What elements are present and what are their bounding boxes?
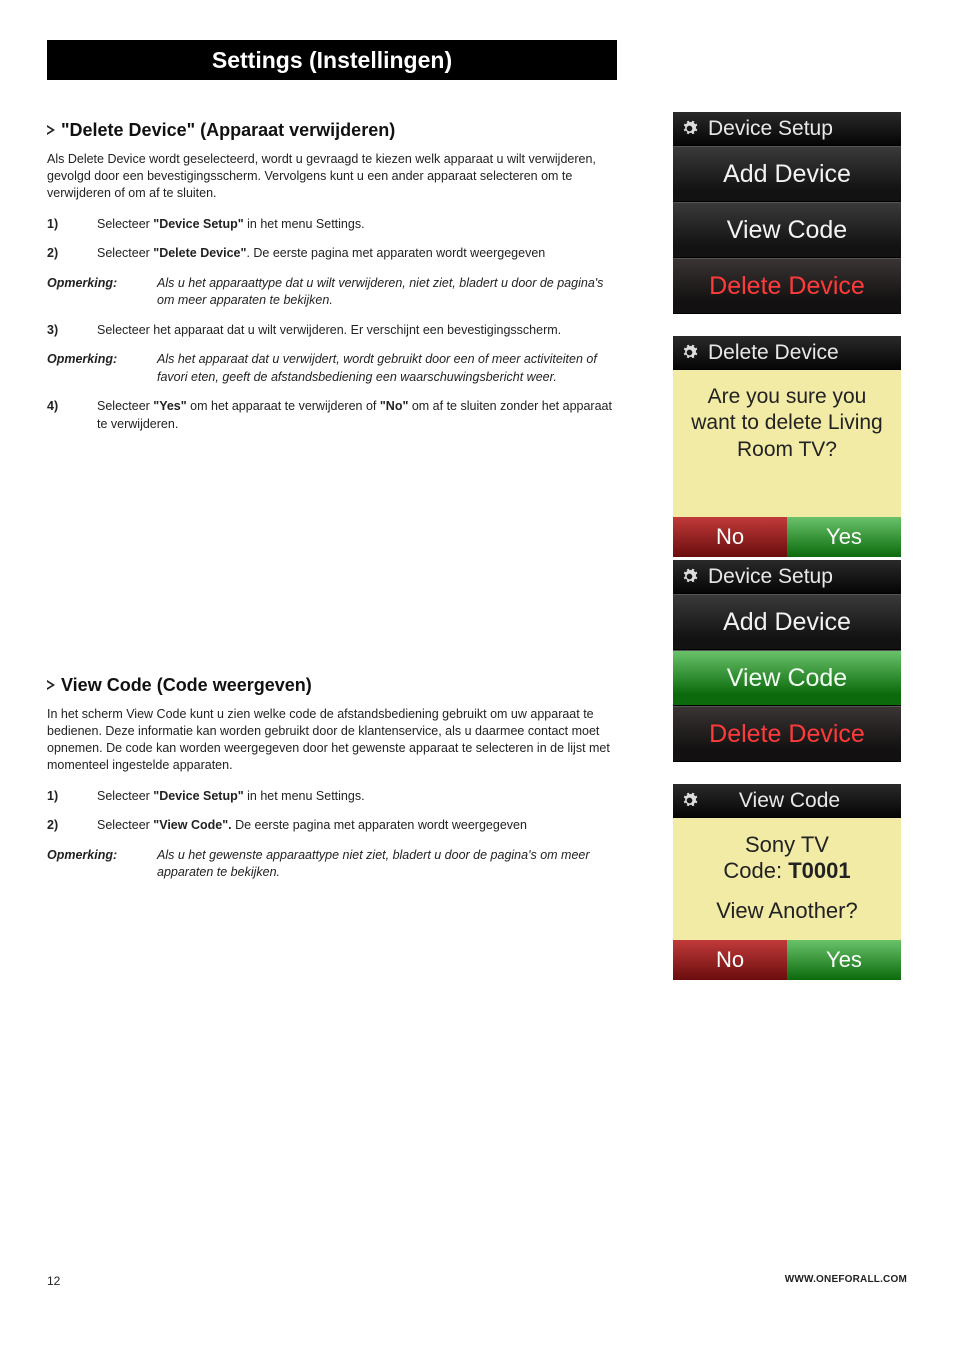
menu-item-delete-device[interactable]: Delete Device [673, 706, 901, 762]
section1-intro: Als Delete Device wordt geselecteerd, wo… [47, 151, 617, 202]
confirm-buttons: No Yes [673, 517, 901, 557]
screen-device-setup-viewcode: Device Setup Add Device View Code Delete… [673, 560, 901, 762]
screen-header: Device Setup [673, 112, 901, 146]
note-row: Opmerking: Als het apparaat dat u verwij… [47, 351, 617, 386]
confirm-body: Are you sure you want to delete Living R… [673, 370, 901, 517]
step-row: 3) Selecteer het apparaat dat u wilt ver… [47, 322, 617, 340]
screens-upper: Device Setup Add Device View Code Delete… [673, 112, 901, 579]
screen-header: View Code [673, 784, 901, 818]
screen-header-label: View Code [686, 789, 893, 813]
gear-icon [681, 568, 698, 585]
menu-item-view-code[interactable]: View Code [673, 650, 901, 706]
section1-heading-text: "Delete Device" (Apparaat verwijderen) [61, 120, 395, 140]
section1-heading: "Delete Device" (Apparaat verwijderen) [47, 120, 617, 141]
note-body: Als u het apparaattype dat u wilt verwij… [157, 275, 617, 310]
code-line: Code: T0001 [683, 858, 891, 884]
section2-heading-text: View Code (Code weergeven) [61, 675, 312, 695]
screens-lower: Device Setup Add Device View Code Delete… [673, 560, 901, 1002]
note-row: Opmerking: Als u het gewenste apparaatty… [47, 847, 617, 882]
step-body: Selecteer het apparaat dat u wilt verwij… [97, 322, 617, 340]
step-row: 2) Selecteer "View Code". De eerste pagi… [47, 817, 617, 835]
step-number: 2) [47, 245, 97, 263]
view-code-body: Sony TV Code: T0001 View Another? [673, 818, 901, 940]
section2-intro: In het scherm View Code kunt u zien welk… [47, 706, 617, 774]
screen-confirm-delete: Delete Device Are you sure you want to d… [673, 336, 901, 557]
step-body: Selecteer "Delete Device". De eerste pag… [97, 245, 617, 263]
menu-item-add-device[interactable]: Add Device [673, 146, 901, 202]
screen-header: Device Setup [673, 560, 901, 594]
note-label: Opmerking: [47, 351, 157, 369]
step-body: Selecteer "Yes" om het apparaat te verwi… [97, 398, 617, 433]
menu-item-add-device[interactable]: Add Device [673, 594, 901, 650]
no-button[interactable]: No [673, 940, 787, 980]
step-body: Selecteer "View Code". De eerste pagina … [97, 817, 617, 835]
step-row: 4) Selecteer "Yes" om het apparaat te ve… [47, 398, 617, 433]
step-number: 2) [47, 817, 97, 835]
menu-item-delete-device[interactable]: Delete Device [673, 258, 901, 314]
step-body: Selecteer "Device Setup" in het menu Set… [97, 788, 617, 806]
step-number: 3) [47, 322, 97, 340]
code-value: T0001 [788, 858, 850, 883]
yes-button[interactable]: Yes [787, 517, 901, 557]
note-row: Opmerking: Als u het apparaattype dat u … [47, 275, 617, 310]
screen-header: Delete Device [673, 336, 901, 370]
step-row: 1) Selecteer "Device Setup" in het menu … [47, 216, 617, 234]
gear-icon [681, 120, 698, 137]
step-row: 1) Selecteer "Device Setup" in het menu … [47, 788, 617, 806]
screen-device-setup-delete: Device Setup Add Device View Code Delete… [673, 112, 901, 314]
note-label: Opmerking: [47, 847, 157, 865]
confirm-question: Are you sure you want to delete Living R… [683, 384, 891, 463]
screen-view-code-result: View Code Sony TV Code: T0001 View Anoth… [673, 784, 901, 980]
screen-header-label: Device Setup [708, 565, 893, 589]
page-title: Settings (Instellingen) [212, 47, 452, 73]
no-button[interactable]: No [673, 517, 787, 557]
step-number: 1) [47, 788, 97, 806]
gear-icon [681, 344, 698, 361]
note-label: Opmerking: [47, 275, 157, 293]
arrow-icon [47, 125, 55, 135]
code-label: Code: [723, 858, 788, 883]
yes-button[interactable]: Yes [787, 940, 901, 980]
page-number: 12 [47, 1274, 60, 1288]
footer: 12 WWW.ONEFORALL.COM [47, 1274, 907, 1288]
step-number: 4) [47, 398, 97, 416]
step-number: 1) [47, 216, 97, 234]
step-body: Selecteer "Device Setup" in het menu Set… [97, 216, 617, 234]
device-name: Sony TV [683, 832, 891, 858]
arrow-icon [47, 680, 55, 690]
note-body: Als u het gewenste apparaattype niet zie… [157, 847, 617, 882]
page-title-bar: Settings (Instellingen) [47, 40, 617, 80]
menu-item-view-code[interactable]: View Code [673, 202, 901, 258]
footer-url: WWW.ONEFORALL.COM [785, 1274, 907, 1288]
section-view-code: View Code (Code weergeven) In het scherm… [47, 675, 617, 894]
section-delete-device: "Delete Device" (Apparaat verwijderen) A… [47, 120, 617, 445]
screen-header-label: Device Setup [708, 117, 893, 141]
screen-header-label: Delete Device [708, 341, 893, 365]
view-code-buttons: No Yes [673, 940, 901, 980]
step-row: 2) Selecteer "Delete Device". De eerste … [47, 245, 617, 263]
section2-heading: View Code (Code weergeven) [47, 675, 617, 696]
view-another-question: View Another? [683, 898, 891, 924]
note-body: Als het apparaat dat u verwijdert, wordt… [157, 351, 617, 386]
